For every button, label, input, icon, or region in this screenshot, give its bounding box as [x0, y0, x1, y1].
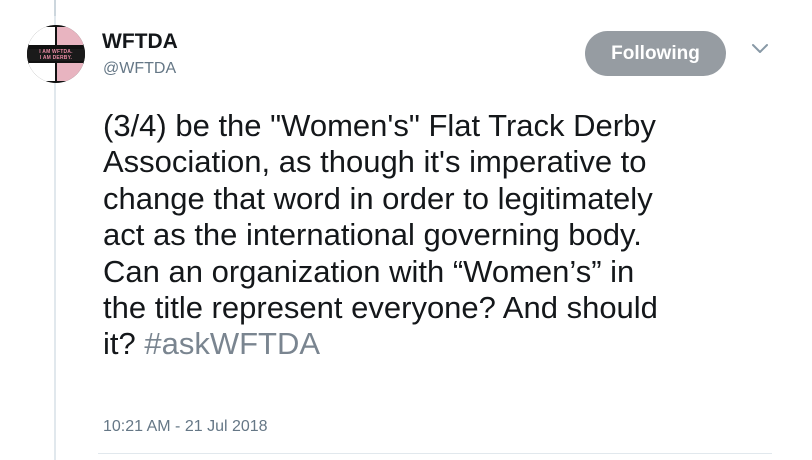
thread-connector-top: [54, 0, 56, 16]
avatar-tile: [57, 63, 83, 81]
avatar[interactable]: I AM WFTDA. I AM DERBY.: [27, 25, 85, 83]
avatar-tile: [29, 63, 55, 81]
tweet-text: (3/4) be the "Women's" Flat Track Derby …: [103, 108, 803, 363]
divider: [98, 453, 772, 454]
avatar-logo-band: I AM WFTDA. I AM DERBY.: [27, 49, 85, 61]
user-handle[interactable]: @WFTDA: [103, 60, 176, 78]
display-name[interactable]: WFTDA: [102, 30, 178, 54]
avatar-tile: [57, 27, 83, 45]
hashtag-link[interactable]: #askWFTDA: [144, 326, 320, 361]
chevron-down-icon[interactable]: [750, 42, 770, 56]
tweet-body: (3/4) be the "Women's" Flat Track Derby …: [103, 108, 658, 362]
tweet-timestamp[interactable]: 10:21 AM - 21 Jul 2018: [103, 418, 268, 436]
avatar-logo-text: I AM DERBY.: [39, 55, 73, 61]
avatar-tile: [29, 27, 55, 45]
following-button[interactable]: Following: [585, 31, 726, 76]
